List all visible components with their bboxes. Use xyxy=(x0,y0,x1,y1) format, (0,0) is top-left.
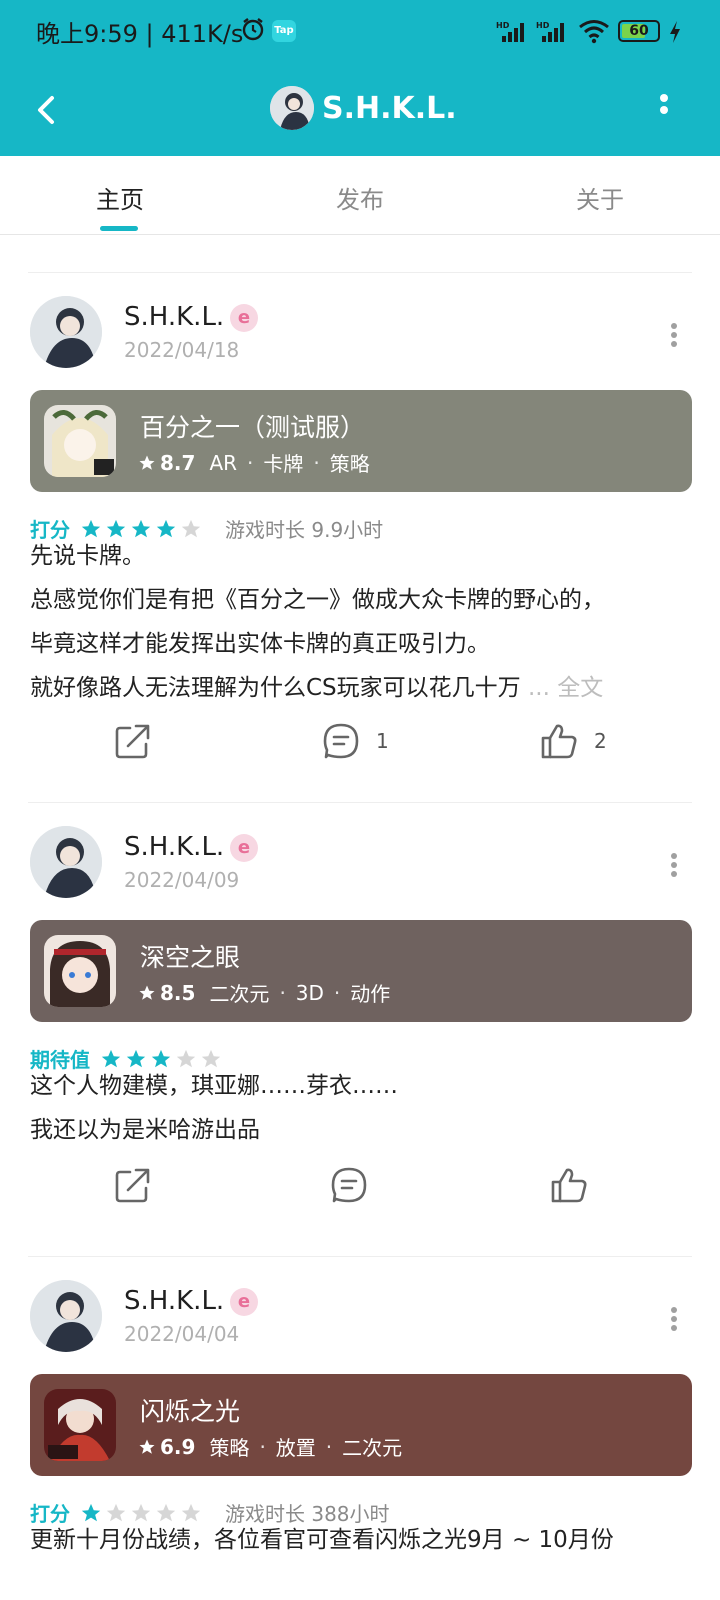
game-tag: 策略 xyxy=(329,452,370,476)
avatar[interactable] xyxy=(30,826,102,898)
game-tag: 策略 xyxy=(209,1436,250,1460)
post-more-icon[interactable] xyxy=(670,852,678,878)
thumbs-up-icon xyxy=(551,1168,587,1203)
game-icon xyxy=(44,405,116,477)
tab-publish[interactable]: 发布 xyxy=(300,180,420,215)
wifi-icon xyxy=(579,20,609,44)
star-icon xyxy=(139,455,155,470)
battery-icon: 60 xyxy=(618,20,660,42)
game-tag: 动作 xyxy=(350,982,391,1006)
share-icon xyxy=(115,1168,150,1203)
game-tag: 二次元 xyxy=(209,982,270,1006)
app-bar: S.H.K.L. xyxy=(0,64,720,156)
status-bar: 晚上9:59 | 411K/s Tap HD HD 60 xyxy=(0,0,720,64)
game-card[interactable]: 百分之一（测试服） 8.7 AR · 卡牌 · 策略 xyxy=(30,390,692,492)
comment-button[interactable] xyxy=(330,1166,384,1204)
text-line: 这个人物建模，琪亚娜……芽衣…… xyxy=(30,1073,398,1099)
post-date: 2022/04/04 xyxy=(124,1322,240,1346)
game-tag: 放置 xyxy=(275,1436,316,1460)
review-text[interactable]: 这个人物建模，琪亚娜……芽衣…… 我还以为是米哈游出品 xyxy=(30,1064,690,1152)
status-time: 晚上9:59 | 411K/s xyxy=(36,20,244,48)
author-badge: e xyxy=(230,1288,258,1316)
game-meta: 6.9 策略 · 放置 · 二次元 xyxy=(138,1432,402,1461)
alarm-icon xyxy=(242,18,264,41)
profile-title: S.H.K.L. xyxy=(270,82,457,134)
game-meta: 8.7 AR · 卡牌 · 策略 xyxy=(138,448,370,477)
thumbs-up-icon xyxy=(541,724,577,759)
read-more-link[interactable]: ... 全文 xyxy=(528,675,603,701)
review-text[interactable]: 先说卡牌。 总感觉你们是有把《百分之一》做成大众卡牌的野心的， 毕竟这样才能发挥… xyxy=(30,534,690,710)
game-tag: AR xyxy=(209,450,238,475)
tab-bar: 主页 发布 关于 xyxy=(0,156,720,235)
text-line: 更新十月份战绩，各位看官可查看闪烁之光9月 ~ 10月份 xyxy=(30,1527,614,1553)
game-icon xyxy=(44,1389,116,1461)
tab-indicator xyxy=(100,226,138,231)
author-name[interactable]: S.H.K.L. xyxy=(124,302,224,332)
post-more-icon[interactable] xyxy=(670,1306,678,1332)
comment-count: 1 xyxy=(376,729,389,753)
game-tag: 二次元 xyxy=(342,1436,403,1460)
cell-signal-2-icon: HD xyxy=(536,21,564,42)
tab-about[interactable]: 关于 xyxy=(540,180,660,215)
game-meta: 8.5 二次元 · 3D · 动作 xyxy=(138,978,390,1007)
share-button[interactable] xyxy=(114,1166,168,1204)
text-line: 毕竟这样才能发挥出实体卡牌的真正吸引力。 xyxy=(30,631,490,657)
game-card[interactable]: 闪烁之光 6.9 策略 · 放置 · 二次元 xyxy=(30,1374,692,1476)
review-post: S.H.K.L. e 2022/04/09 深空之眼 8.5 二次元 · 3D … xyxy=(0,802,720,1246)
post-date: 2022/04/18 xyxy=(124,338,240,362)
page-title: S.H.K.L. xyxy=(322,90,457,126)
author-name[interactable]: S.H.K.L. xyxy=(124,1286,224,1316)
game-name: 百分之一（测试服） xyxy=(140,413,366,442)
back-arrow-icon[interactable] xyxy=(28,86,68,134)
game-name: 闪烁之光 xyxy=(140,1397,241,1426)
avatar xyxy=(270,86,314,130)
svg-text:HD: HD xyxy=(496,21,510,30)
svg-text:HD: HD xyxy=(536,21,550,30)
text-line: 先说卡牌。 xyxy=(30,543,145,569)
charging-icon xyxy=(670,21,680,43)
avatar[interactable] xyxy=(30,296,102,368)
star-icon xyxy=(139,1439,155,1454)
text-line: 就好像路人无法理解为什么CS玩家可以花几十万 xyxy=(30,675,521,701)
share-icon xyxy=(115,724,150,759)
action-bar xyxy=(0,1166,720,1226)
game-icon xyxy=(44,935,116,1007)
text-line: 总感觉你们是有把《百分之一》做成大众卡牌的野心的， xyxy=(30,587,605,613)
share-button[interactable] xyxy=(114,722,168,760)
like-button[interactable]: 2 xyxy=(540,722,607,760)
author-badge: e xyxy=(230,834,258,862)
comment-icon xyxy=(323,723,359,759)
like-count: 2 xyxy=(594,729,607,753)
game-score: 8.7 xyxy=(160,450,196,475)
author-badge: e xyxy=(230,304,258,332)
game-score: 6.9 xyxy=(160,1434,196,1459)
author-name[interactable]: S.H.K.L. xyxy=(124,832,224,862)
game-name: 深空之眼 xyxy=(140,943,241,972)
text-line: 我还以为是米哈游出品 xyxy=(30,1117,260,1143)
action-bar: 1 2 xyxy=(0,722,720,782)
comment-button[interactable]: 1 xyxy=(322,722,389,760)
review-post: S.H.K.L. e 2022/04/04 闪烁之光 6.9 策略 · 放置 ·… xyxy=(0,1256,720,1600)
comment-icon xyxy=(331,1167,367,1203)
post-date: 2022/04/09 xyxy=(124,868,240,892)
tab-home[interactable]: 主页 xyxy=(60,180,180,215)
avatar[interactable] xyxy=(30,1280,102,1352)
tap-app-icon: Tap xyxy=(272,20,296,42)
star-icon xyxy=(139,985,155,1000)
game-card[interactable]: 深空之眼 8.5 二次元 · 3D · 动作 xyxy=(30,920,692,1022)
game-score: 8.5 xyxy=(160,980,196,1005)
more-options-icon[interactable] xyxy=(656,90,672,130)
review-text[interactable]: 更新十月份战绩，各位看官可查看闪烁之光9月 ~ 10月份 xyxy=(30,1518,690,1562)
battery-level: 60 xyxy=(629,23,649,39)
game-tag: 3D xyxy=(295,980,324,1005)
game-tag: 卡牌 xyxy=(263,452,304,476)
post-more-icon[interactable] xyxy=(670,322,678,348)
review-post: S.H.K.L. e 2022/04/18 百分之一（测试服） 8.7 AR ·… xyxy=(0,272,720,816)
cell-signal-icon: HD xyxy=(496,21,524,42)
like-button[interactable] xyxy=(550,1166,604,1204)
